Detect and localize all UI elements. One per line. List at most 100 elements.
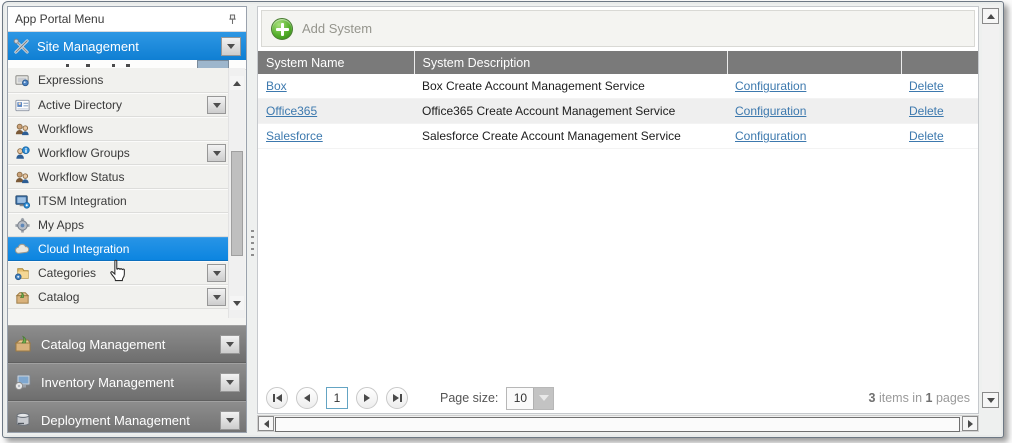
add-system-button[interactable]: Add System [271, 18, 372, 40]
catalog-dropdown-button[interactable] [207, 288, 226, 306]
sidebar-item-label: ITSM Integration [38, 194, 226, 208]
categories-dropdown-button[interactable] [207, 264, 226, 282]
sidebar-item-expressions[interactable]: Expressions [8, 68, 230, 93]
current-page-indicator[interactable]: 1 [326, 387, 348, 409]
scroll-right-button[interactable] [962, 416, 978, 431]
catalog-management-icon [13, 334, 33, 354]
configuration-link[interactable]: Configuration [735, 129, 806, 143]
page-size-value: 10 [507, 388, 533, 409]
add-plus-icon [271, 18, 293, 40]
add-system-label: Add System [302, 21, 372, 36]
systems-table: System Name System Description Box Box C… [258, 51, 978, 149]
catalog-icon [14, 289, 31, 306]
sidebar-scrollbar[interactable] [228, 68, 245, 318]
scrollbar-thumb[interactable] [275, 417, 960, 432]
workflows-icon [14, 121, 31, 138]
page-size-dropdown-button[interactable] [533, 388, 553, 409]
sidebar-section-label: Catalog Management [41, 337, 165, 352]
system-description-cell: Box Create Account Management Service [414, 74, 727, 99]
chevron-down-icon [213, 271, 221, 276]
chevron-down-icon [213, 151, 221, 156]
arrow-up-icon [987, 14, 995, 19]
chevron-down-icon [226, 418, 234, 423]
sidebar-section-deployment-management[interactable]: Deployment Management [8, 401, 246, 433]
inventory-management-dropdown-button[interactable] [220, 373, 240, 392]
sidebar-section-catalog-management[interactable]: Catalog Management [8, 325, 246, 363]
table-row: Box Box Create Account Management Servic… [258, 74, 978, 99]
sidebar-item-active-directory[interactable]: Active Directory [8, 93, 230, 117]
scroll-down-button[interactable] [982, 392, 999, 408]
workflow-groups-icon [14, 145, 31, 162]
chevron-down-icon [213, 295, 221, 300]
first-page-button[interactable] [266, 387, 288, 409]
sidebar-title: App Portal Menu [15, 12, 104, 26]
workflow-groups-dropdown-button[interactable] [207, 144, 226, 162]
column-header-system-description[interactable]: System Description [414, 51, 727, 74]
system-description-cell: Office365 Create Account Management Serv… [414, 99, 727, 124]
delete-link[interactable]: Delete [909, 79, 944, 93]
itsm-integration-icon [14, 193, 31, 210]
scroll-down-button[interactable] [230, 296, 244, 310]
sidebar-item-catalog[interactable]: Catalog [8, 285, 230, 309]
sidebar-item-workflow-groups[interactable]: Workflow Groups [8, 141, 230, 165]
sidebar-section-label: Inventory Management [41, 375, 174, 390]
delete-link[interactable]: Delete [909, 104, 944, 118]
sidebar-item-workflows[interactable]: Workflows [8, 117, 230, 141]
deployment-management-dropdown-button[interactable] [220, 411, 240, 430]
sidebar: App Portal Menu Site Management [7, 6, 247, 433]
chevron-down-icon [226, 380, 234, 385]
column-header-system-name[interactable]: System Name [258, 51, 414, 74]
panel-splitter[interactable] [248, 6, 257, 433]
scroll-left-button[interactable] [258, 416, 274, 431]
table-row: Office365 Office365 Create Account Manag… [258, 99, 978, 124]
catalog-management-dropdown-button[interactable] [220, 335, 240, 354]
pin-icon[interactable] [226, 13, 239, 26]
sidebar-item-label: Catalog [38, 290, 200, 304]
chevron-down-icon [226, 342, 234, 347]
sidebar-item-itsm-integration[interactable]: ITSM Integration [8, 189, 230, 213]
column-header-configuration [727, 51, 901, 74]
first-page-icon [276, 394, 282, 402]
previous-page-button[interactable] [296, 387, 318, 409]
last-page-button[interactable] [386, 387, 408, 409]
deployment-management-icon [13, 410, 33, 430]
scrollbar-thumb[interactable] [231, 151, 243, 256]
categories-icon [14, 265, 31, 282]
arrow-up-icon [233, 81, 241, 86]
sidebar-title-bar: App Portal Menu [8, 7, 246, 32]
active-directory-dropdown-button[interactable] [207, 96, 226, 114]
sidebar-group-site-management[interactable]: Site Management [8, 32, 246, 60]
sidebar-item-label: Cloud Integration [38, 242, 226, 256]
pagination-status: 3 items in 1 pages [869, 391, 970, 405]
last-page-icon [393, 394, 399, 402]
configuration-link[interactable]: Configuration [735, 79, 806, 93]
sidebar-group-label: Site Management [37, 39, 139, 54]
scroll-up-button[interactable] [982, 8, 999, 24]
main-horizontal-scrollbar[interactable] [257, 415, 979, 432]
sidebar-section-label: Deployment Management [41, 413, 190, 428]
sidebar-item-cloud-integration[interactable]: Cloud Integration [8, 237, 230, 261]
sidebar-item-my-apps[interactable]: My Apps [8, 213, 230, 237]
hand-cursor [107, 259, 130, 285]
system-name-link[interactable]: Office365 [266, 104, 317, 118]
pagination-bar: 1 Page size: 10 3 items in 1 pages [258, 381, 978, 414]
next-page-button[interactable] [356, 387, 378, 409]
next-page-icon [364, 394, 370, 402]
sidebar-item-workflow-status[interactable]: Workflow Status [8, 165, 230, 189]
page-size-select[interactable]: 10 [506, 387, 554, 410]
arrow-down-icon [233, 301, 241, 306]
chevron-down-icon [227, 44, 235, 49]
arrow-left-icon [264, 420, 269, 428]
sidebar-item-label: Workflows [38, 122, 226, 136]
sidebar-section-inventory-management[interactable]: Inventory Management [8, 363, 246, 401]
sidebar-item-label: Workflow Groups [38, 146, 200, 160]
delete-link[interactable]: Delete [909, 129, 944, 143]
expressions-icon [14, 72, 31, 89]
configuration-link[interactable]: Configuration [735, 104, 806, 118]
main-vertical-scrollbar[interactable] [982, 6, 999, 410]
scroll-up-button[interactable] [230, 76, 244, 90]
table-header-row: System Name System Description [258, 51, 978, 74]
system-name-link[interactable]: Box [266, 79, 287, 93]
system-name-link[interactable]: Salesforce [266, 129, 323, 143]
site-management-dropdown-button[interactable] [221, 37, 241, 56]
